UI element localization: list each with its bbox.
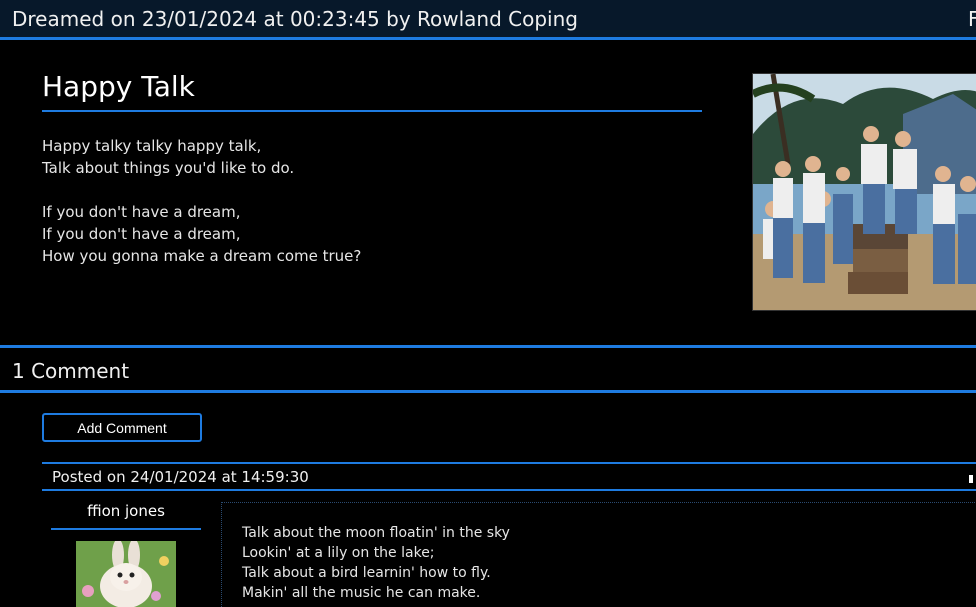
dream-title: Happy Talk (42, 70, 702, 112)
comment-line: Talk about a bird learnin' how to fly. (242, 565, 491, 581)
comment-body-border-top (221, 502, 976, 503)
dream-header-bar: Dreamed on 23/01/2024 at 00:23:45 by Row… (0, 0, 976, 40)
bunny-avatar-icon (76, 541, 176, 607)
comment-body-border-left (221, 502, 222, 607)
comment-line: Talk about the moon floatin' in the sky (242, 525, 510, 541)
comment-header: Posted on 24/01/2024 at 14:59:30 (42, 462, 976, 491)
avatar[interactable] (76, 541, 176, 607)
comment-posted-date: Posted on 24/01/2024 at 14:59:30 (52, 468, 309, 486)
photo-sailors-on-beach-icon (753, 74, 976, 310)
dream-line: How you gonna make a dream come true? (42, 247, 362, 265)
dream-line: If you don't have a dream, (42, 203, 241, 221)
dream-line: Happy talky talky happy talk, (42, 137, 262, 155)
header-truncated-text: F (968, 7, 976, 31)
add-comment-button[interactable]: Add Comment (42, 413, 202, 442)
comment-line: Makin' all the music he can make. (242, 585, 481, 601)
comments-section-header: 1 Comment (0, 345, 976, 393)
comment-actions-icon[interactable] (969, 475, 973, 483)
dream-body: Happy talky talky happy talk, Talk about… (42, 135, 361, 267)
dream-line: Talk about things you'd like to do. (42, 159, 295, 177)
comments-count-title: 1 Comment (12, 359, 130, 383)
dream-meta-title: Dreamed on 23/01/2024 at 00:23:45 by Row… (12, 7, 578, 31)
comment-body: Talk about the moon floatin' in the sky … (242, 523, 510, 603)
comment-line: Lookin' at a lily on the lake; (242, 545, 435, 561)
commenter-name[interactable]: ffion jones (51, 502, 201, 530)
dream-photo[interactable] (752, 73, 976, 311)
dream-line: If you don't have a dream, (42, 225, 241, 243)
